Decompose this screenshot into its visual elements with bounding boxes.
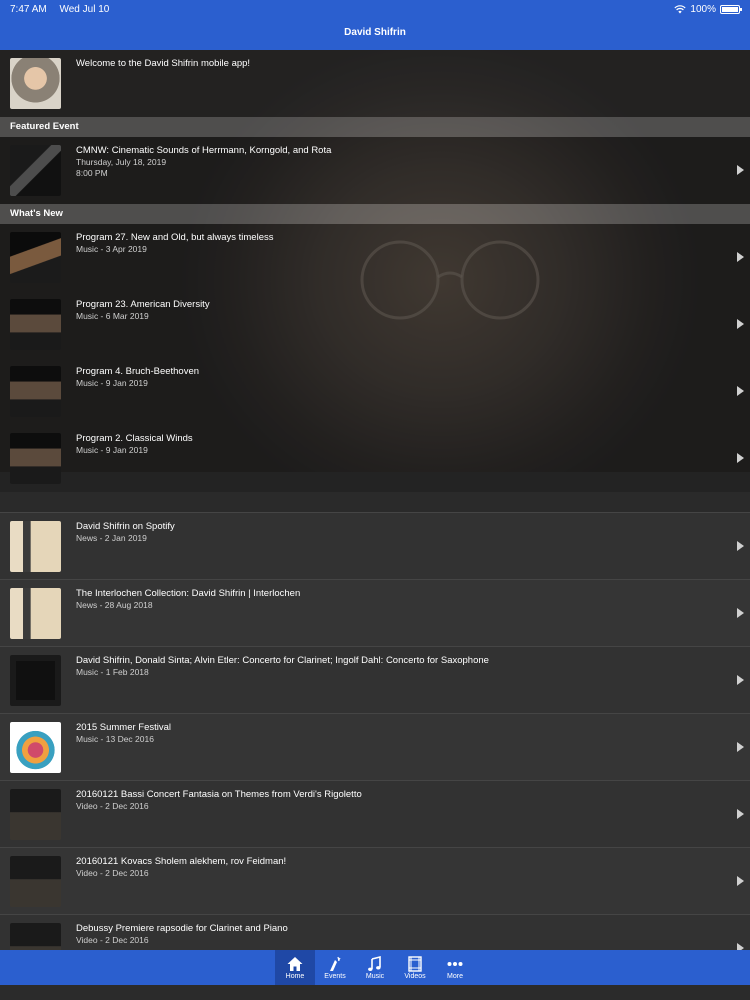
item-thumbnail — [10, 856, 61, 907]
home-icon — [287, 957, 303, 971]
list-item[interactable]: 2015 Summer Festival Music - 13 Dec 2016 — [0, 713, 750, 780]
tab-bar: Home Events Music Videos More — [0, 950, 750, 985]
item-title: 20160121 Bassi Concert Fantasia on Theme… — [76, 789, 362, 800]
welcome-text: Welcome to the David Shifrin mobile app! — [76, 58, 251, 69]
divider — [0, 492, 750, 512]
tab-videos-label: Videos — [404, 973, 426, 980]
music-note-icon — [368, 955, 381, 971]
list-item[interactable]: Program 27. New and Old, but always time… — [0, 224, 750, 291]
battery-icon — [720, 4, 742, 14]
chevron-right-icon — [737, 876, 744, 886]
item-subtitle: Music - 9 Jan 2019 — [76, 445, 148, 455]
item-thumbnail — [10, 366, 61, 417]
featured-event-date: Thursday, July 18, 2019 — [76, 157, 167, 167]
tab-music[interactable]: Music — [355, 950, 395, 985]
item-subtitle: Video - 2 Dec 2016 — [76, 935, 149, 945]
tab-events-label: Events — [324, 973, 346, 980]
tab-more-label: More — [447, 973, 463, 980]
item-title: 20160121 Kovacs Sholem alekhem, rov Feid… — [76, 856, 287, 867]
chevron-right-icon — [737, 165, 744, 175]
tab-videos[interactable]: Videos — [395, 950, 435, 985]
chevron-right-icon — [737, 386, 744, 396]
wifi-icon — [674, 4, 687, 13]
more-dots-icon — [447, 962, 463, 966]
battery-percent: 100% — [690, 3, 716, 15]
chevron-right-icon — [737, 809, 744, 819]
item-subtitle: Music - 1 Feb 2018 — [76, 667, 149, 677]
tab-more[interactable]: More — [435, 950, 475, 985]
status-bar: 7:47 AM Wed Jul 10 100% — [0, 0, 750, 18]
item-subtitle: Music - 3 Apr 2019 — [76, 244, 147, 254]
item-subtitle: Music - 13 Dec 2016 — [76, 734, 154, 744]
app-screen: 7:47 AM Wed Jul 10 100% David Shifrin We… — [0, 0, 750, 1000]
item-title: Program 4. Bruch-Beethoven — [76, 366, 200, 377]
list-item[interactable]: Program 2. Classical Winds Music - 9 Jan … — [0, 425, 750, 492]
item-title: Program 23. American Diversity — [76, 299, 210, 310]
item-subtitle: Music - 9 Jan 2019 — [76, 378, 148, 388]
item-subtitle: News - 28 Aug 2018 — [76, 600, 153, 610]
item-thumbnail — [10, 655, 61, 706]
chevron-right-icon — [737, 252, 744, 262]
item-thumbnail — [10, 722, 61, 773]
film-icon — [408, 956, 422, 972]
list-item[interactable]: David Shifrin, Donald Sinta; Alvin Etler… — [0, 646, 750, 713]
chevron-right-icon — [737, 453, 744, 463]
events-icon — [330, 956, 341, 971]
content-list: Welcome to the David Shifrin mobile app!… — [0, 50, 750, 981]
status-date: Wed Jul 10 — [59, 3, 110, 15]
chevron-right-icon — [737, 675, 744, 685]
status-time: 7:47 AM — [10, 3, 47, 15]
welcome-row: Welcome to the David Shifrin mobile app! — [0, 50, 750, 117]
item-thumbnail — [10, 433, 61, 484]
item-title: David Shifrin, Donald Sinta; Alvin Etler… — [76, 655, 489, 666]
item-title: David Shifrin on Spotify — [76, 521, 175, 532]
item-title: 2015 Summer Festival — [76, 722, 172, 733]
chevron-right-icon — [737, 742, 744, 752]
featured-event-title: CMNW: Cinematic Sounds of Herrmann, Korn… — [76, 145, 332, 156]
tab-music-label: Music — [365, 973, 385, 980]
item-title: Program 27. New and Old, but always time… — [76, 232, 274, 243]
list-item[interactable]: 20160121 Kovacs Sholem alekhem, rov Feid… — [0, 847, 750, 914]
list-item[interactable]: Program 23. American Diversity Music - 6 … — [0, 291, 750, 358]
item-subtitle: Music - 6 Mar 2019 — [76, 311, 149, 321]
item-subtitle: Video - 2 Dec 2016 — [76, 868, 149, 878]
tab-home-label: Home — [285, 973, 305, 980]
artist-portrait-thumbnail — [10, 58, 61, 109]
chevron-right-icon — [737, 541, 744, 551]
featured-event-header: Featured Event — [0, 117, 750, 137]
tab-events[interactable]: Events — [315, 950, 355, 985]
item-thumbnail — [10, 232, 61, 283]
chevron-right-icon — [737, 608, 744, 618]
item-thumbnail — [10, 521, 61, 572]
list-item[interactable]: The Interlochen Collection: David Shifri… — [0, 579, 750, 646]
whats-new-header: What's New — [0, 204, 750, 224]
list-item[interactable]: David Shifrin on Spotify News - 2 Jan 201… — [0, 512, 750, 579]
featured-event-time: 8:00 PM — [76, 168, 108, 178]
page-title: David Shifrin — [344, 27, 406, 38]
chevron-right-icon — [737, 319, 744, 329]
bottom-strip — [0, 985, 750, 1000]
item-thumbnail — [10, 299, 61, 350]
item-title: The Interlochen Collection: David Shifri… — [76, 588, 301, 599]
item-subtitle: Video - 2 Dec 2016 — [76, 801, 149, 811]
list-item[interactable]: Program 4. Bruch-Beethoven Music - 9 Jan … — [0, 358, 750, 425]
item-thumbnail — [10, 588, 61, 639]
list-item[interactable]: 20160121 Bassi Concert Fantasia on Theme… — [0, 780, 750, 847]
featured-event-thumbnail — [10, 145, 61, 196]
item-title: Debussy Premiere rapsodie for Clarinet a… — [76, 923, 288, 934]
item-subtitle: News - 2 Jan 2019 — [76, 533, 147, 543]
featured-event-row[interactable]: CMNW: Cinematic Sounds of Herrmann, Korn… — [0, 137, 750, 204]
item-thumbnail — [10, 789, 61, 840]
item-title: Program 2. Classical Winds — [76, 433, 193, 444]
top-bar: 7:47 AM Wed Jul 10 100% David Shifrin — [0, 0, 750, 50]
tab-home[interactable]: Home — [275, 950, 315, 985]
